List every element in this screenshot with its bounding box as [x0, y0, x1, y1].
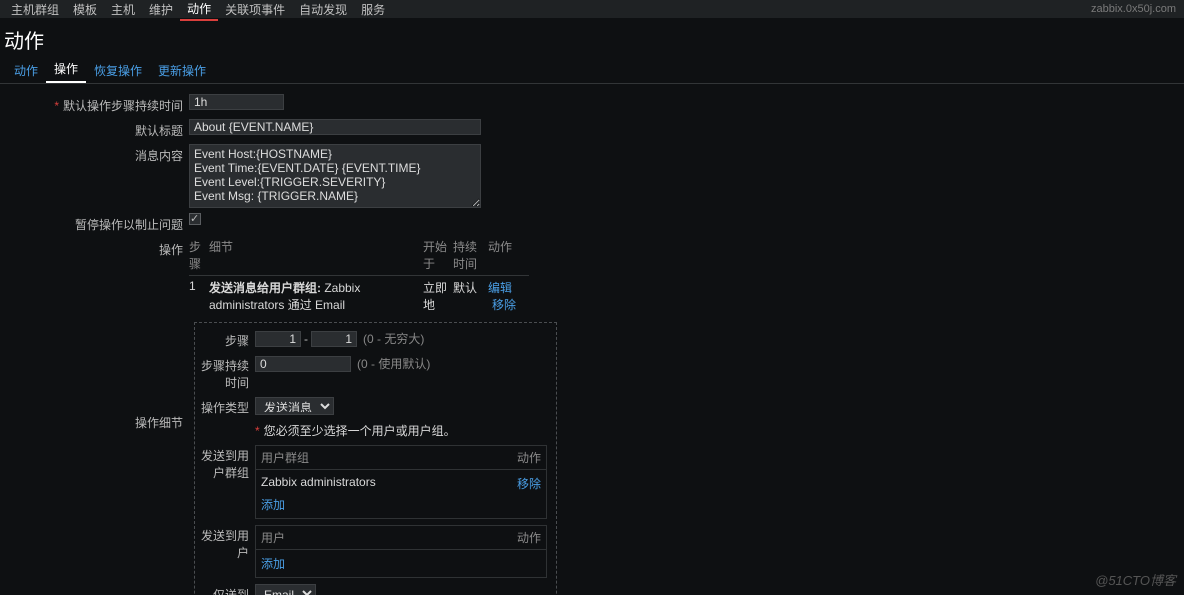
default-title-input[interactable] [189, 119, 481, 135]
nav-template[interactable]: 模板 [66, 0, 104, 20]
msg-textarea[interactable]: Event Host:{HOSTNAME} Event Time:{EVENT.… [189, 144, 481, 208]
send-group-label: 发送到用户群组 [195, 445, 255, 481]
op-hdr-step: 步骤 [189, 238, 209, 272]
only-select[interactable]: Email [255, 584, 316, 595]
ops-label: 操作 [4, 238, 189, 258]
d-step-label: 步骤 [195, 330, 255, 349]
step-dur-input[interactable] [255, 356, 351, 372]
ut-hdr2: 动作 [507, 529, 541, 546]
step-to-input[interactable] [311, 331, 357, 347]
pause-label: 暂停操作以制止问题 [4, 213, 189, 233]
nav-discovery[interactable]: 自动发现 [292, 0, 354, 20]
gt-hdr1: 用户群组 [261, 449, 507, 466]
step-from-input[interactable] [255, 331, 301, 347]
default-title-label: 默认标题 [4, 119, 189, 139]
step-duration-label: *默认操作步骤持续时间 [4, 94, 189, 114]
ut-add-link[interactable]: 添加 [261, 555, 285, 572]
nav-action[interactable]: 动作 [180, 0, 218, 21]
watermark: @51CTO博客 [1095, 570, 1176, 589]
gt-row-name: Zabbix administrators [261, 475, 507, 492]
op-hdr-detail: 细节 [209, 238, 423, 272]
pause-checkbox[interactable] [189, 213, 201, 225]
nav-hostgroup[interactable]: 主机群组 [4, 0, 66, 20]
gt-add-link[interactable]: 添加 [261, 496, 285, 513]
send-user-label: 发送到用户 [195, 525, 255, 561]
op-hdr-start: 开始于 [423, 238, 453, 272]
op-row: 1 发送消息给用户群组: Zabbix administrators 通过 Em… [189, 279, 529, 313]
dash: - [304, 332, 308, 346]
op-remove-link[interactable]: 移除 [492, 298, 516, 312]
d-stepdur-label: 步骤持续时间 [195, 355, 255, 391]
page-title: 动作 [0, 18, 1184, 63]
nav-maintenance[interactable]: 维护 [142, 0, 180, 20]
detail-section-label: 操作细节 [4, 318, 189, 431]
form: *默认操作步骤持续时间 默认标题 消息内容 Event Host:{HOSTNA… [0, 84, 1184, 595]
tab-update[interactable]: 更新操作 [150, 58, 214, 83]
op-hdr-dur: 持续时间 [453, 238, 488, 272]
domain-label: zabbix.0x50j.com [1091, 3, 1180, 15]
operations-table: 步骤 细节 开始于 持续时间 动作 1 发送消息给用户群组: Zabbix ad… [189, 238, 529, 313]
op-hdr-act: 动作 [488, 238, 528, 272]
tab-recovery[interactable]: 恢复操作 [86, 58, 150, 83]
req-msg: 您必须至少选择一个用户或用户组。 [264, 422, 456, 439]
msg-label: 消息内容 [4, 144, 189, 164]
op-num: 1 [189, 279, 209, 313]
nav-service[interactable]: 服务 [354, 0, 392, 20]
detail-box: 步骤 - (0 - 无穷大) 步骤持续时间 (0 - 使用默认) 操作类型 发送… [194, 322, 557, 595]
op-dur: 默认 [453, 279, 488, 313]
op-edit-link[interactable]: 编辑 [488, 281, 512, 295]
op-detail: 发送消息给用户群组: Zabbix administrators 通过 Emai… [209, 279, 423, 313]
step-duration-input[interactable] [189, 94, 284, 110]
top-nav: 主机群组 模板 主机 维护 动作 关联项事件 自动发现 服务 zabbix.0x… [0, 0, 1184, 18]
nav-host[interactable]: 主机 [104, 0, 142, 20]
step-dur-hint: (0 - 使用默认) [357, 355, 430, 372]
subtabs: 动作 操作 恢复操作 更新操作 [0, 63, 1184, 84]
group-table: 用户群组动作 Zabbix administrators 移除 添加 [255, 445, 547, 519]
gt-remove-link[interactable]: 移除 [517, 477, 541, 491]
only-label: 仅送到 [195, 584, 255, 595]
step-hint: (0 - 无穷大) [363, 330, 424, 347]
op-type-select[interactable]: 发送消息 [255, 397, 334, 415]
gt-hdr2: 动作 [507, 449, 541, 466]
ut-hdr1: 用户 [261, 529, 507, 546]
tab-operation[interactable]: 操作 [46, 56, 86, 83]
op-start: 立即地 [423, 279, 453, 313]
user-table: 用户动作 添加 [255, 525, 547, 578]
nav-correlation[interactable]: 关联项事件 [218, 0, 292, 20]
tab-action[interactable]: 动作 [6, 58, 46, 83]
d-optype-label: 操作类型 [195, 397, 255, 416]
